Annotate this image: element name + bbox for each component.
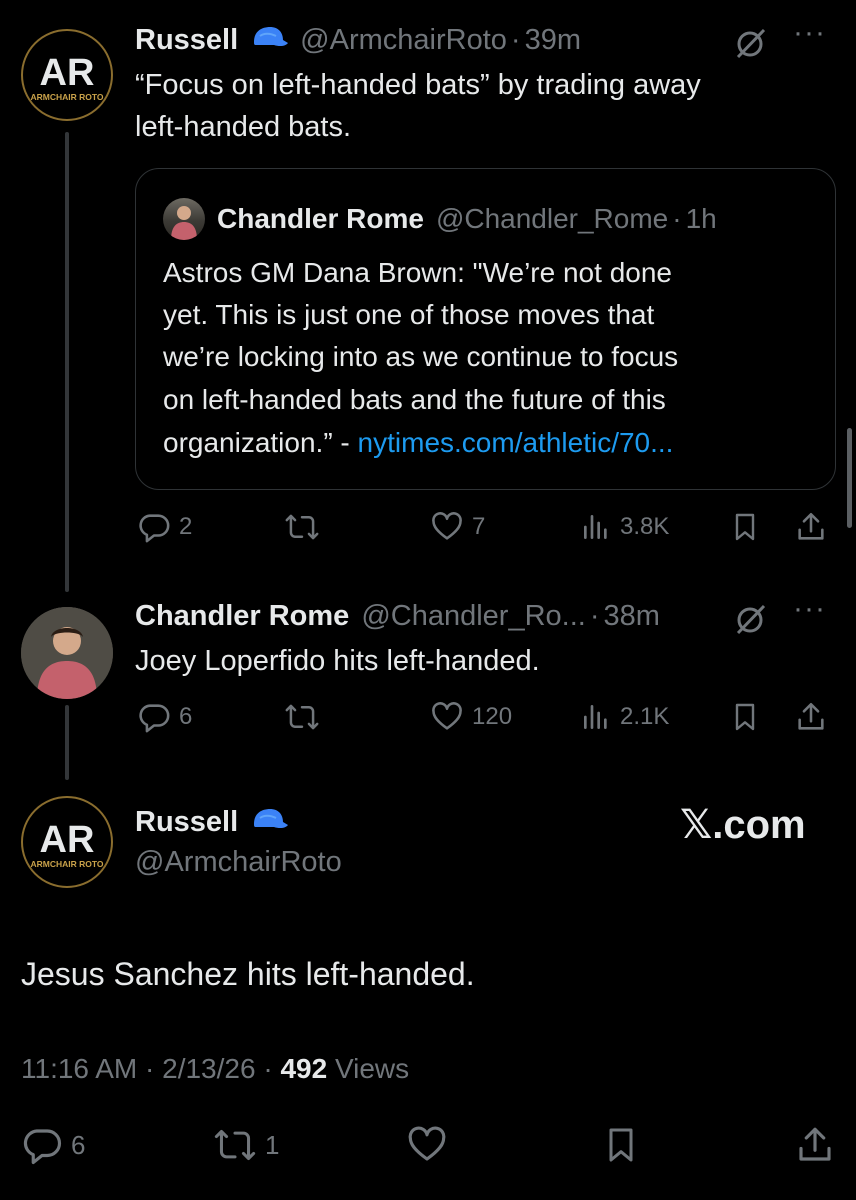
author-handle[interactable]: @Chandler_Ro... (361, 600, 586, 633)
separator: · (263, 1053, 273, 1084)
svg-text:AR: AR (40, 819, 95, 861)
svg-text:AR: AR (40, 52, 95, 94)
more-options-icon[interactable]: ··· (793, 592, 826, 626)
quote-avatar (163, 198, 205, 240)
quote-author-name: Chandler Rome (217, 203, 424, 234)
repost-icon (285, 514, 319, 540)
like-button[interactable]: 120 (430, 700, 512, 734)
repost-icon (285, 704, 319, 730)
reply-icon (23, 1129, 62, 1165)
tweet-date[interactable]: 2/13/26 (162, 1053, 255, 1084)
quoted-tweet[interactable]: Chandler Rome @Chandler_Rome · 1h Astros… (135, 168, 836, 490)
avatar-armchair-roto[interactable]: AR ARMCHAIR ROTO (21, 796, 113, 888)
like-button[interactable] (406, 1124, 448, 1166)
quote-text-prefix: organization.” - (163, 427, 358, 458)
share-button[interactable] (794, 510, 828, 544)
quote-text-last-line: organization.” - nytimes.com/athletic/70… (163, 422, 673, 464)
like-count: 120 (472, 703, 513, 730)
tweet1-header: Russell @ArmchairRoto · 39m (135, 24, 581, 57)
avatar-armchair-roto[interactable]: AR ARMCHAIR ROTO (21, 29, 113, 121)
reply-button[interactable]: 2 (137, 510, 192, 544)
article-link[interactable]: nytimes.com/athletic/70... (358, 427, 674, 458)
share-button[interactable] (794, 1124, 836, 1166)
separator: · (589, 600, 600, 632)
quote-text-line: yet. This is just one of those moves tha… (163, 299, 655, 330)
bookmark-button[interactable] (729, 700, 761, 734)
share-icon (799, 1127, 831, 1161)
author-handle[interactable]: @ArmchairRoto (135, 846, 342, 879)
reply-icon (139, 704, 170, 733)
heart-icon (432, 512, 462, 540)
more-options-icon[interactable]: ··· (793, 16, 826, 50)
views-icon (584, 705, 607, 729)
timestamp[interactable]: 39m (525, 24, 581, 57)
thread-line (65, 705, 69, 780)
bookmark-button[interactable] (729, 510, 761, 544)
svg-text:ARMCHAIR ROTO: ARMCHAIR ROTO (30, 92, 103, 102)
repost-icon (214, 1129, 256, 1161)
heart-icon (408, 1126, 446, 1161)
separator: · (672, 203, 682, 234)
baseball-cap-icon (250, 24, 290, 57)
views-count: 2.1K (620, 703, 670, 730)
author-handle[interactable]: @ArmchairRoto (300, 24, 507, 57)
repost-count: 1 (265, 1129, 280, 1160)
quote-text-line: we’re locking into as we continue to foc… (163, 341, 679, 372)
thread-line (65, 132, 69, 592)
views-icon (584, 515, 607, 539)
separator: · (145, 1053, 155, 1084)
repost-button[interactable]: 1 (213, 1124, 279, 1166)
reply-button[interactable]: 6 (137, 700, 192, 734)
avatar-chandler-rome[interactable] (21, 607, 113, 699)
author-name[interactable]: Russell (135, 24, 238, 57)
like-button[interactable]: 7 (430, 510, 485, 544)
reply-icon (139, 514, 170, 543)
grok-icon[interactable] (732, 26, 768, 67)
share-icon (798, 512, 824, 540)
separator: · (510, 24, 521, 56)
bookmark-icon (735, 513, 755, 541)
armchair-roto-logo-icon: AR ARMCHAIR ROTO (30, 52, 103, 102)
tweet-text-line: left-handed bats. (135, 111, 352, 143)
reply-button[interactable]: 6 (21, 1124, 85, 1166)
scrollbar[interactable] (847, 428, 852, 528)
tweet2-header: Chandler Rome @Chandler_Ro... · 38m (135, 600, 660, 633)
baseball-cap-icon (250, 806, 290, 839)
svg-text:ARMCHAIR ROTO: ARMCHAIR ROTO (30, 859, 103, 869)
main-author-row: Russell (135, 806, 300, 839)
bookmark-icon (735, 703, 755, 731)
armchair-roto-logo-icon: AR ARMCHAIR ROTO (30, 819, 103, 869)
grok-icon[interactable] (732, 602, 768, 643)
main-tweet-text: Jesus Sanchez hits left-handed. (21, 956, 475, 992)
views-count: 492 (280, 1053, 328, 1084)
reply-count: 2 (179, 513, 193, 540)
heart-icon (432, 702, 462, 730)
author-name[interactable]: Chandler Rome (135, 600, 349, 633)
reply-count: 6 (71, 1129, 86, 1160)
repost-button[interactable] (284, 700, 328, 734)
tweet-text-line: “Focus on left-handed bats” by trading a… (135, 69, 701, 101)
tweet-text: Joey Loperfido hits left-handed. (135, 645, 540, 677)
repost-button[interactable] (284, 510, 328, 544)
views-label: Views (334, 1053, 410, 1084)
share-icon (798, 702, 824, 730)
reply-count: 6 (179, 703, 193, 730)
quote-timestamp: 1h (685, 203, 717, 234)
quote-text-line: Astros GM Dana Brown: "We’re not done (163, 257, 672, 288)
like-count: 7 (472, 513, 486, 540)
quote-header: Chandler Rome @Chandler_Rome · 1h (217, 203, 717, 235)
tweet-meta: 11:16 AM · 2/13/26 · 492 Views (21, 1053, 409, 1085)
timestamp[interactable]: 38m (604, 600, 660, 633)
bookmark-icon (609, 1128, 633, 1162)
tweet-time[interactable]: 11:16 AM (21, 1053, 137, 1084)
views-button[interactable]: 3.8K (580, 510, 669, 544)
x-com-brand: 𝕏.com (680, 803, 806, 847)
quote-text-line: on left-handed bats and the future of th… (163, 384, 666, 415)
bookmark-button[interactable] (601, 1124, 641, 1166)
quote-handle: @Chandler_Rome (435, 203, 669, 234)
share-button[interactable] (794, 700, 828, 734)
author-name[interactable]: Russell (135, 806, 238, 839)
views-button[interactable]: 2.1K (580, 700, 669, 734)
views-count: 3.8K (620, 513, 670, 540)
